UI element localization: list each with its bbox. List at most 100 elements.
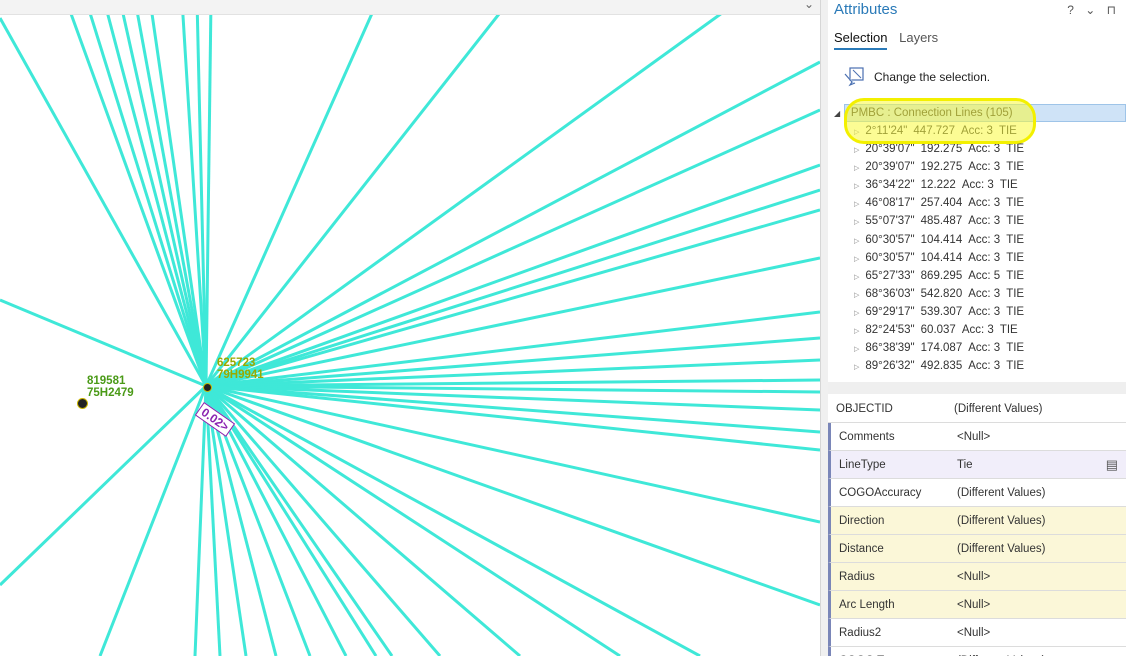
pane-separator[interactable]	[828, 382, 1126, 394]
row-accuracy: Acc: 3	[968, 287, 1001, 300]
connection-line[interactable]	[205, 384, 701, 656]
list-item[interactable]: ▷ 36°34'22" 12.222 Acc: 3 TIE	[828, 176, 1126, 194]
field-value[interactable]: (Different Values)	[957, 515, 1126, 527]
expand-triangle-icon[interactable]: ▷	[854, 274, 859, 281]
collapse-triangle-icon[interactable]: ◢	[834, 109, 844, 118]
row-distance: 104.414	[920, 233, 963, 246]
connection-line[interactable]	[0, 17, 208, 387]
list-item[interactable]: ▷ 65°27'33" 869.295 Acc: 5 TIE	[828, 267, 1126, 285]
table-row[interactable]: Direction (Different Values)	[828, 507, 1126, 535]
row-distance: 192.275	[920, 161, 963, 174]
attributes-pane: Attributes ? ⌄ ⊓ Selection Layers Change…	[828, 0, 1126, 656]
row-accuracy: Acc: 5	[968, 269, 1001, 282]
connection-lines-layer[interactable]	[0, 0, 820, 656]
expand-triangle-icon[interactable]: ▷	[854, 238, 859, 245]
table-row[interactable]: Arc Length <Null>	[828, 591, 1126, 619]
row-line-type: TIE	[1006, 197, 1025, 210]
list-item[interactable]: ▷ 69°29'17" 539.307 Acc: 3 TIE	[828, 303, 1126, 321]
expand-triangle-icon[interactable]: ▷	[854, 346, 859, 353]
row-direction: 2°11'24"	[865, 125, 908, 137]
chevron-down-icon[interactable]: ⌄	[804, 0, 814, 11]
row-direction: 89°26'32"	[865, 360, 915, 373]
list-item[interactable]: ▷ 60°30'57" 104.414 Acc: 3 TIE	[828, 249, 1126, 267]
point-marker-icon[interactable]	[77, 398, 88, 409]
table-row[interactable]: Radius2 <Null>	[828, 619, 1126, 647]
row-direction: 82°24'53"	[865, 324, 915, 337]
row-distance: 257.404	[920, 197, 963, 210]
field-value[interactable]: <Null>	[957, 599, 1126, 611]
expand-triangle-icon[interactable]: ▷	[854, 183, 859, 190]
expand-triangle-icon[interactable]: ▷	[854, 256, 859, 263]
table-row[interactable]: COGO Type(Different Values)	[828, 647, 1126, 656]
tree-group-connection-lines[interactable]: ◢ PMBC : Connection Lines (105)	[834, 104, 1126, 122]
row-direction: 20°39'07"	[865, 143, 915, 156]
expand-triangle-icon[interactable]: ▷	[854, 129, 859, 136]
list-item[interactable]: ▷ 55°07'37" 485.487 Acc: 3 TIE	[828, 212, 1126, 230]
point-code: 75H2479	[87, 387, 134, 399]
edit-list-icon[interactable]: ▤	[1106, 457, 1118, 473]
connection-line[interactable]	[204, 0, 213, 387]
connection-line[interactable]	[205, 188, 820, 388]
expand-triangle-icon[interactable]: ▷	[854, 165, 859, 172]
table-row[interactable]: Comments <Null>	[828, 423, 1126, 451]
connection-line[interactable]	[98, 385, 208, 656]
list-item[interactable]: ▷ 82°24'53" 60.037 Acc: 3 TIE	[828, 321, 1126, 339]
field-value[interactable]: Tie	[957, 459, 1126, 471]
connection-line[interactable]	[204, 0, 512, 387]
point-marker-icon[interactable]	[203, 383, 212, 392]
row-direction: 68°36'03"	[865, 287, 915, 300]
map-top-bar: ⌄	[0, 0, 820, 15]
field-value[interactable]: (Different Values)	[957, 543, 1126, 555]
expand-triangle-icon[interactable]: ▷	[854, 328, 859, 335]
field-value[interactable]: <Null>	[957, 431, 1126, 443]
row-line-type: TIE	[999, 324, 1018, 337]
expand-triangle-icon[interactable]: ▷	[854, 147, 859, 154]
connection-line[interactable]	[205, 384, 621, 656]
map-view[interactable]: ⌄ 819581 75H2479 625723 79H9941 0.02>	[0, 0, 820, 656]
table-row[interactable]: Radius <Null>	[828, 563, 1126, 591]
row-line-type: TIE	[1006, 360, 1025, 373]
table-row[interactable]: COGOAccuracy (Different Values)	[828, 479, 1126, 507]
list-item[interactable]: ▷ 46°08'17" 257.404 Acc: 3 TIE	[828, 194, 1126, 212]
group-label[interactable]: PMBC : Connection Lines (105)	[843, 104, 1126, 122]
list-item[interactable]: ▷ 2°11'24" 447.727 Acc: 3 TIE	[828, 122, 1126, 140]
list-item[interactable]: ▷ 89°26'32" 492.835 Acc: 3 TIE	[828, 357, 1126, 375]
connection-line[interactable]	[205, 60, 820, 388]
field-value[interactable]: <Null>	[957, 627, 1126, 639]
tab-selection[interactable]: Selection	[834, 30, 888, 50]
connection-line[interactable]	[0, 298, 207, 388]
field-value[interactable]: (Different Values)	[954, 403, 1126, 415]
list-item[interactable]: ▷ 68°36'03" 542.820 Acc: 3 TIE	[828, 285, 1126, 303]
row-distance: 12.222	[920, 179, 956, 192]
list-item[interactable]: ▷ 20°39'07" 192.275 Acc: 3 TIE	[828, 158, 1126, 176]
connection-line[interactable]	[0, 384, 208, 587]
table-row[interactable]: OBJECTID (Different Values)	[828, 395, 1126, 423]
tab-layers[interactable]: Layers	[899, 30, 938, 48]
field-name: Radius	[839, 570, 875, 583]
connection-line[interactable]	[102, 0, 208, 387]
expand-triangle-icon[interactable]: ▷	[854, 310, 859, 317]
expand-triangle-icon[interactable]: ▷	[854, 292, 859, 299]
connection-line[interactable]	[205, 384, 820, 434]
connection-line[interactable]	[205, 163, 820, 388]
pane-controls[interactable]: ? ⌄ ⊓	[1067, 3, 1120, 17]
connection-line[interactable]	[205, 0, 741, 388]
row-accuracy: Acc: 3	[968, 215, 1001, 228]
connection-line[interactable]	[204, 0, 380, 387]
field-value[interactable]: (Different Values)	[957, 487, 1126, 499]
row-direction: 65°27'33"	[865, 269, 915, 282]
table-row[interactable]: Distance (Different Values)	[828, 535, 1126, 563]
list-item[interactable]: ▷ 60°30'57" 104.414 Acc: 3 TIE	[828, 231, 1126, 249]
point-id: 819581	[87, 375, 126, 387]
table-row[interactable]: LineType Tie ▤	[828, 451, 1126, 479]
connection-line[interactable]	[193, 385, 208, 656]
list-item[interactable]: ▷ 20°39'07" 192.275 Acc: 3 TIE	[828, 140, 1126, 158]
expand-triangle-icon[interactable]: ▷	[854, 201, 859, 208]
change-selection-link[interactable]: Change the selection.	[842, 66, 990, 88]
connection-line[interactable]	[205, 208, 820, 388]
row-line-type: TIE	[998, 125, 1017, 137]
field-value[interactable]: <Null>	[957, 571, 1126, 583]
expand-triangle-icon[interactable]: ▷	[854, 219, 859, 226]
list-item[interactable]: ▷ 86°38'39" 174.087 Acc: 3 TIE	[828, 339, 1126, 357]
expand-triangle-icon[interactable]: ▷	[854, 364, 859, 371]
